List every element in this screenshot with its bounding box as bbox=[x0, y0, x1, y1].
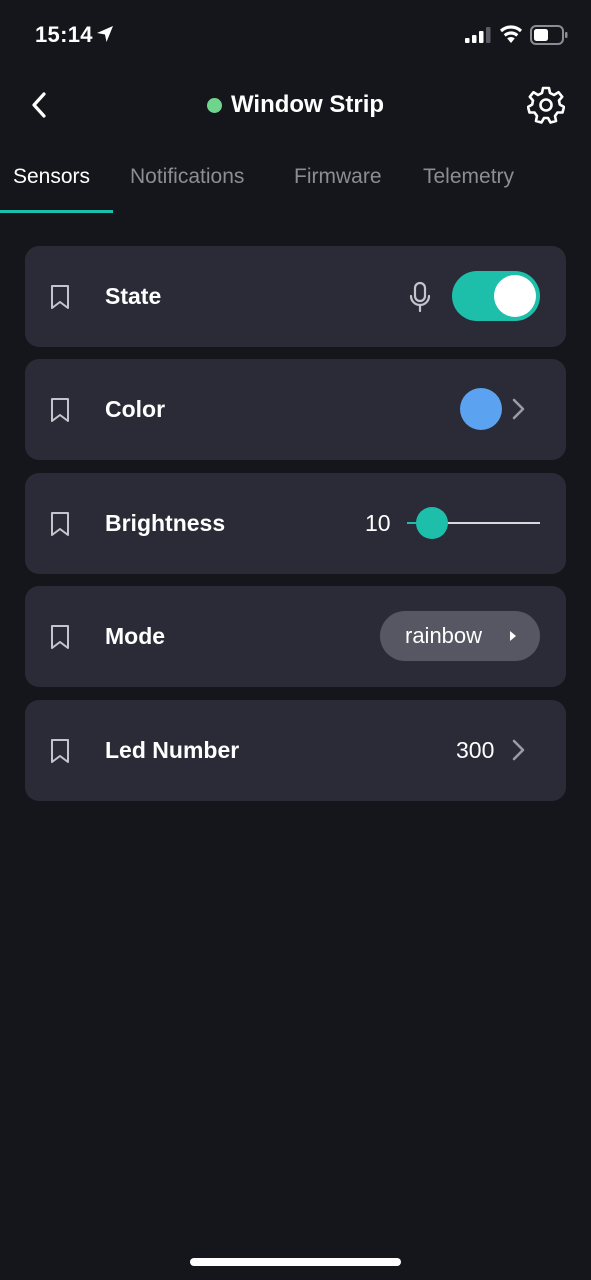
sensor-label-state: State bbox=[105, 283, 162, 309]
battery-icon bbox=[530, 25, 568, 45]
sensor-card-brightness: Brightness 10 bbox=[25, 473, 566, 574]
page-title-wrap: Window Strip bbox=[0, 88, 591, 122]
led-number-value: 300 bbox=[456, 737, 495, 763]
tab-bar: Sensors Notifications Firmware Telemetry bbox=[0, 158, 591, 216]
mode-value: rainbow bbox=[405, 623, 483, 648]
cellular-signal-icon bbox=[465, 27, 491, 43]
bookmark-icon[interactable] bbox=[49, 397, 71, 423]
brightness-value: 10 bbox=[365, 510, 391, 536]
sensor-label-color: Color bbox=[105, 396, 166, 422]
sensor-label-led-number: Led Number bbox=[105, 737, 240, 763]
sensor-card-state: State bbox=[25, 246, 566, 347]
status-bar: 15:14 bbox=[0, 0, 591, 70]
online-status-dot bbox=[206, 97, 222, 113]
status-time: 15:14 bbox=[35, 22, 93, 47]
bookmark-icon[interactable] bbox=[49, 624, 71, 650]
chevron-right-icon bbox=[512, 398, 525, 420]
settings-button[interactable] bbox=[525, 85, 567, 125]
tab-notifications[interactable]: Notifications bbox=[130, 158, 244, 198]
sensor-card-led-number[interactable]: Led Number 300 bbox=[25, 700, 566, 801]
location-arrow-icon bbox=[97, 26, 113, 42]
bookmark-icon[interactable] bbox=[49, 738, 71, 764]
sensor-label-mode: Mode bbox=[105, 623, 166, 649]
page-title: Window Strip bbox=[230, 91, 385, 118]
gear-icon bbox=[527, 86, 565, 124]
sensor-card-color[interactable]: Color bbox=[25, 359, 566, 460]
mode-dropdown[interactable]: rainbow bbox=[380, 611, 540, 661]
microphone-icon[interactable] bbox=[407, 281, 433, 313]
slider-knob[interactable] bbox=[416, 507, 448, 539]
caret-right-icon bbox=[510, 631, 516, 641]
tab-telemetry[interactable]: Telemetry bbox=[423, 158, 514, 198]
tab-firmware[interactable]: Firmware bbox=[294, 158, 382, 198]
active-tab-indicator bbox=[0, 210, 113, 213]
home-indicator bbox=[190, 1258, 401, 1266]
state-toggle[interactable] bbox=[452, 271, 540, 321]
bookmark-icon[interactable] bbox=[49, 511, 71, 537]
nav-bar: Window Strip bbox=[0, 78, 591, 132]
color-swatch[interactable] bbox=[460, 388, 502, 430]
bookmark-icon[interactable] bbox=[49, 284, 71, 310]
tab-sensors[interactable]: Sensors bbox=[13, 158, 90, 198]
sensor-label-brightness: Brightness bbox=[105, 510, 226, 536]
chevron-right-icon bbox=[512, 739, 525, 761]
sensor-card-mode: Mode rainbow bbox=[25, 586, 566, 687]
toggle-knob bbox=[494, 275, 536, 317]
brightness-slider[interactable] bbox=[407, 507, 542, 539]
wifi-icon bbox=[500, 25, 522, 43]
